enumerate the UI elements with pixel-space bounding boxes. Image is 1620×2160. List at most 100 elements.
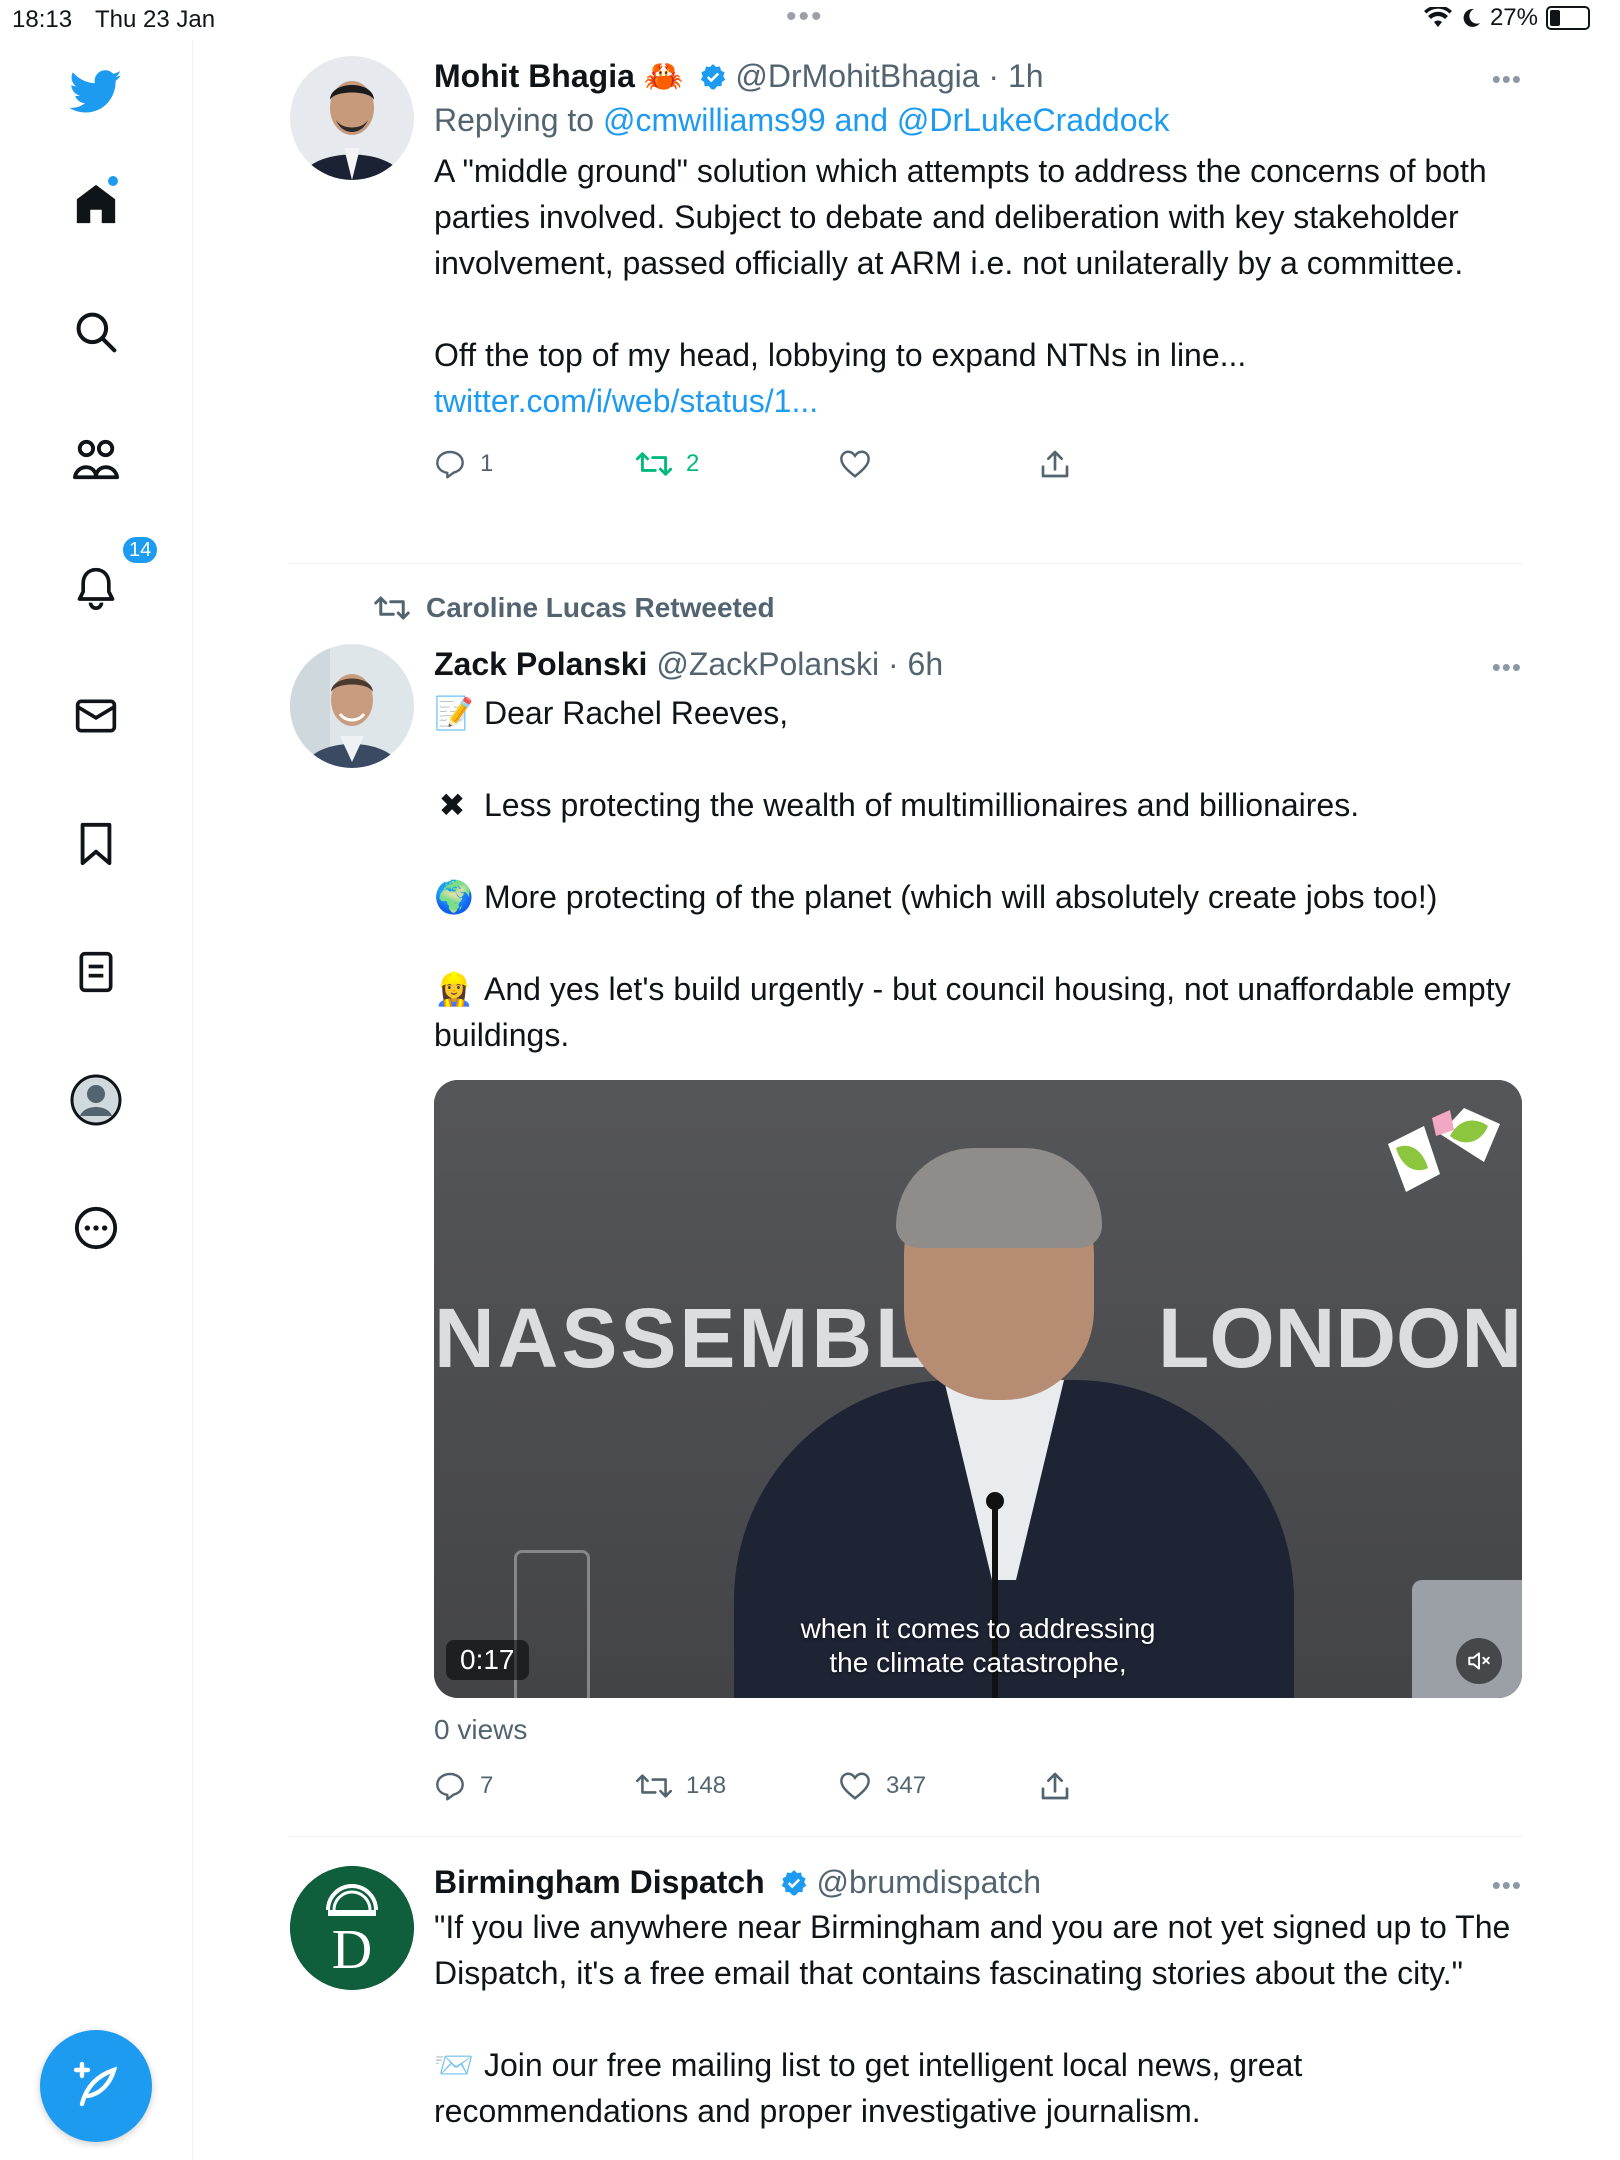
search-icon — [76, 312, 117, 353]
nav-profile[interactable] — [64, 1068, 128, 1132]
like-count: 347 — [886, 1772, 927, 1799]
more-options-icon[interactable]: ••• — [1492, 652, 1522, 683]
retweeted-by-label: Caroline Lucas Retweeted — [426, 592, 775, 623]
construction-worker-emoji: 👷‍♀️ — [434, 971, 474, 1007]
battery-icon — [1546, 6, 1590, 30]
video-player[interactable]: NASSEMBLY LONDON when it comes to addres… — [434, 1080, 1522, 1698]
tweet-link[interactable]: twitter.com/i/web/status/1... — [434, 383, 818, 419]
tweet-text: 📝 Dear Rachel Reeves, ✖ Less protecting th… — [434, 690, 1522, 1058]
view-count: 0 views — [434, 1714, 528, 1745]
author-name[interactable]: Mohit Bhagia — [434, 58, 635, 94]
like-button[interactable]: 347 — [838, 1771, 1040, 1801]
speaker-hair — [896, 1148, 1102, 1248]
tweet-text: "If you live anywhere near Birmingham an… — [434, 1904, 1522, 2134]
tweet-header: Zack Polanski @ZackPolanski · 6h — [434, 644, 1522, 684]
reply-button[interactable]: 7 — [434, 1770, 636, 1802]
nav-more[interactable] — [64, 1196, 128, 1260]
author-handle[interactable]: @DrMohitBhagia — [735, 58, 979, 94]
more-options-icon[interactable]: ••• — [1492, 1870, 1522, 1901]
nav-communities[interactable] — [64, 428, 128, 492]
tweet-time[interactable]: · 6h — [888, 646, 943, 682]
retweeted-by[interactable]: Caroline Lucas Retweeted — [374, 592, 775, 624]
reply-icon — [436, 1772, 464, 1801]
tweet-line-text: Less protecting the wealth of multimilli… — [484, 787, 1360, 823]
compose-tweet-button[interactable] — [40, 2030, 152, 2142]
wifi-icon — [1423, 7, 1452, 27]
mute-button[interactable] — [1456, 1638, 1502, 1684]
envelope-emoji: 📨 — [434, 2047, 474, 2083]
retweet-icon — [636, 1774, 672, 1798]
author-handle[interactable]: @ZackPolanski — [656, 646, 879, 682]
avatar[interactable]: D — [290, 1866, 414, 1990]
replying-prefix: Replying to — [434, 102, 595, 138]
tweet-text: A "middle ground" solution which attempt… — [434, 148, 1522, 424]
status-date: Thu 23 Jan — [95, 6, 216, 33]
nav-lists[interactable] — [64, 940, 128, 1004]
tweet-body: Birmingham Dispatch @brumdispatch ••• "I… — [434, 1862, 1522, 2134]
more-circle-icon — [74, 1206, 118, 1250]
tweet-actions: 7 148 347 — [434, 1756, 1522, 1816]
share-button[interactable] — [1040, 448, 1242, 480]
retweet-count: 148 — [686, 1772, 727, 1799]
backdrop-text-right: LONDON — [1158, 1291, 1522, 1385]
multitasking-dots-icon[interactable]: ••• — [786, 0, 824, 34]
tweet-header: Mohit Bhagia 🦀 @DrMohitBhagia · 1h — [434, 56, 1522, 96]
retweet-icon — [636, 452, 672, 476]
nav-bookmarks[interactable] — [64, 812, 128, 876]
tweet-line-text: And yes let's build urgently - but counc… — [434, 971, 1511, 1053]
speaker-muted-icon — [1468, 1652, 1490, 1670]
retweet-count: 2 — [686, 450, 700, 477]
heart-icon — [840, 1772, 870, 1800]
avatar[interactable] — [290, 644, 414, 768]
retweet-button[interactable]: 148 — [636, 1770, 838, 1802]
author-name[interactable]: Birmingham Dispatch — [434, 1864, 765, 1900]
reply-button[interactable]: 1 — [434, 448, 636, 480]
moon-icon — [1463, 8, 1480, 27]
feather-plus-icon — [73, 2061, 118, 2107]
tweet-paragraph-text: Join our free mailing list to get intell… — [434, 2047, 1303, 2129]
status-time: 18:13 — [12, 6, 73, 33]
tweet-paragraph-text: Off the top of my head, lobbying to expa… — [434, 337, 1247, 373]
video-duration: 0:17 — [446, 1640, 529, 1680]
tweet-divider — [290, 563, 1522, 564]
share-icon — [1041, 450, 1069, 478]
profile-avatar-icon — [70, 1074, 122, 1126]
status-bar: 18:13 Thu 23 Jan ••• 27% — [0, 0, 1620, 40]
nav-home[interactable] — [64, 172, 128, 236]
tweet-paragraph: "If you live anywhere near Birmingham an… — [434, 1909, 1511, 1991]
nav-messages[interactable] — [64, 684, 128, 748]
retweet-icon — [374, 596, 410, 620]
tweet-header: Birmingham Dispatch @brumdispatch — [434, 1862, 1522, 1902]
twitter-logo-icon[interactable] — [64, 60, 128, 124]
subtitle-line: when it comes to addressing — [800, 1613, 1156, 1644]
avatar[interactable] — [290, 56, 414, 180]
tweet-actions: 1 2 — [434, 434, 1522, 494]
video-subtitle: when it comes to addressing the climate … — [434, 1612, 1522, 1680]
share-icon — [1041, 1772, 1069, 1800]
bell-icon — [77, 567, 115, 610]
tweet-line: 👷‍♀️ And yes let's build urgently - but c… — [434, 966, 1522, 1058]
share-button[interactable] — [1040, 1770, 1242, 1802]
tweet-time[interactable]: · 1h — [988, 58, 1043, 94]
like-button[interactable] — [838, 449, 1040, 479]
author-handle[interactable]: @brumdispatch — [817, 1864, 1042, 1900]
more-options-icon[interactable]: ••• — [1492, 64, 1522, 95]
leaf-logo-icon — [1388, 1108, 1500, 1192]
reply-icon — [436, 450, 464, 479]
heart-icon — [840, 450, 870, 478]
reply-count: 1 — [480, 450, 494, 477]
backdrop-text-left: NASSEMBLY — [434, 1291, 981, 1385]
tweet-line-text: More protecting of the planet (which wil… — [484, 879, 1438, 915]
verified-badge-icon — [700, 64, 725, 90]
verified-badge-icon — [781, 1870, 806, 1896]
tweet-line-text: Dear Rachel Reeves, — [484, 695, 789, 731]
cross-emoji: ✖ — [438, 787, 466, 823]
nav-search[interactable] — [64, 300, 128, 364]
replying-to-users[interactable]: @cmwilliams99 and @DrLukeCraddock — [603, 102, 1170, 138]
retweet-button[interactable]: 2 — [636, 448, 838, 480]
sidebar: 14 — [0, 40, 193, 2160]
tweet-line: 🌍 More protecting of the planet (which wi… — [434, 874, 1522, 920]
nav-notifications[interactable]: 14 — [64, 534, 161, 620]
author-name[interactable]: Zack Polanski — [434, 646, 647, 682]
battery-level — [1550, 10, 1560, 26]
